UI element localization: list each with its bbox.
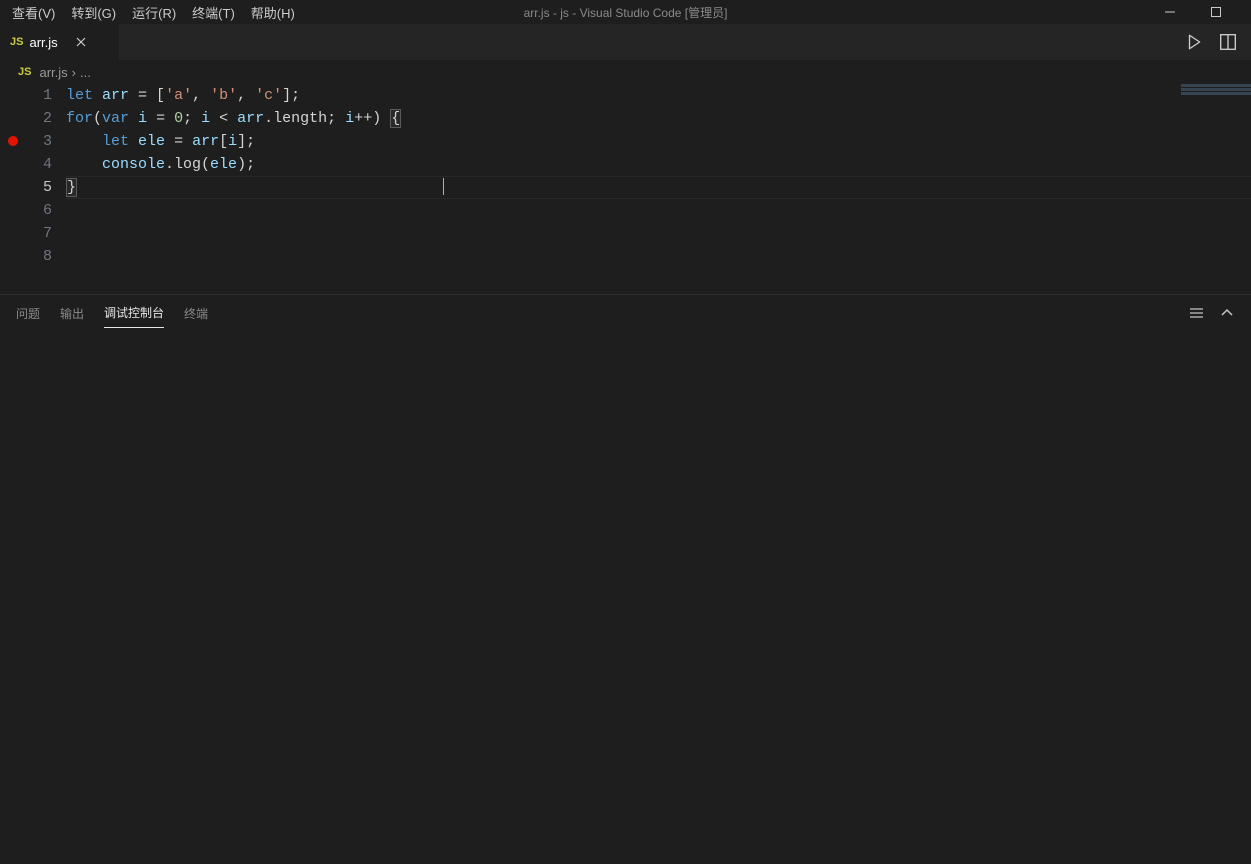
line-number: 4 xyxy=(26,153,52,176)
line-number: 1 xyxy=(26,84,52,107)
breadcrumb-sep: › xyxy=(72,65,76,80)
close-tab-icon[interactable] xyxy=(72,33,90,51)
menu-view[interactable]: 查看(V) xyxy=(4,1,63,24)
split-editor-icon[interactable] xyxy=(1217,31,1239,53)
breadcrumb-file: arr.js xyxy=(39,65,67,80)
editor-actions xyxy=(1183,24,1251,60)
menu-help[interactable]: 帮助(H) xyxy=(243,1,303,24)
tab-label: arr.js xyxy=(29,35,57,50)
editor-tabs: JS arr.js xyxy=(0,24,1251,60)
code-line: for(var i = 0; i < arr.length; i++) { xyxy=(66,107,1251,130)
line-number: 6 xyxy=(26,199,52,222)
code-line: let ele = arr[i]; xyxy=(66,130,1251,153)
code-content[interactable]: let arr = ['a', 'b', 'c']; for(var i = 0… xyxy=(66,84,1251,294)
breadcrumb-more: ... xyxy=(80,65,91,80)
bottom-panel: 问题 输出 调试控制台 终端 xyxy=(0,294,1251,864)
breakpoint-gutter[interactable] xyxy=(0,84,26,294)
line-number: 8 xyxy=(26,245,52,268)
panel-tab-problems[interactable]: 问题 xyxy=(16,299,40,328)
window-title: arr.js - js - Visual Studio Code [管理员] xyxy=(524,4,728,21)
window-controls xyxy=(1147,0,1251,24)
line-number-gutter: 1 2 3 4 5 6 7 8 xyxy=(26,84,66,294)
panel-tab-debug-console[interactable]: 调试控制台 xyxy=(104,298,164,328)
filter-icon[interactable] xyxy=(1189,305,1205,321)
js-file-icon: JS xyxy=(10,36,23,48)
menubar: 查看(V) 转到(G) 运行(R) 终端(T) 帮助(H) arr.js - j… xyxy=(0,0,1251,24)
text-cursor xyxy=(443,178,444,195)
panel-actions xyxy=(1189,305,1235,321)
run-icon[interactable] xyxy=(1183,31,1205,53)
line-number: 5 xyxy=(26,176,52,199)
panel-tabs: 问题 输出 调试控制台 终端 xyxy=(0,295,1251,331)
current-line-highlight xyxy=(66,176,1251,199)
collapse-panel-icon[interactable] xyxy=(1219,305,1235,321)
breadcrumb[interactable]: JS arr.js › ... xyxy=(0,60,1251,84)
code-line: let arr = ['a', 'b', 'c']; xyxy=(66,84,1251,107)
line-number: 3 xyxy=(26,130,52,153)
js-file-icon: JS xyxy=(18,66,31,78)
debug-console-body[interactable] xyxy=(0,331,1251,864)
panel-tab-terminal[interactable]: 终端 xyxy=(184,299,208,328)
line-number: 7 xyxy=(26,222,52,245)
close-button[interactable] xyxy=(1239,0,1251,24)
minimize-button[interactable] xyxy=(1147,0,1193,24)
menu-run[interactable]: 运行(R) xyxy=(124,1,184,24)
code-line: console.log(ele); xyxy=(66,153,1251,176)
line-number: 2 xyxy=(26,107,52,130)
tab-arr-js[interactable]: JS arr.js xyxy=(0,24,120,60)
breakpoint-icon[interactable] xyxy=(8,136,18,146)
menu-terminal[interactable]: 终端(T) xyxy=(184,1,243,24)
maximize-button[interactable] xyxy=(1193,0,1239,24)
minimap[interactable] xyxy=(1181,84,1251,98)
menu-goto[interactable]: 转到(G) xyxy=(63,1,124,24)
panel-tab-output[interactable]: 输出 xyxy=(60,299,84,328)
code-editor[interactable]: 1 2 3 4 5 6 7 8 let arr = ['a', 'b', 'c'… xyxy=(0,84,1251,294)
